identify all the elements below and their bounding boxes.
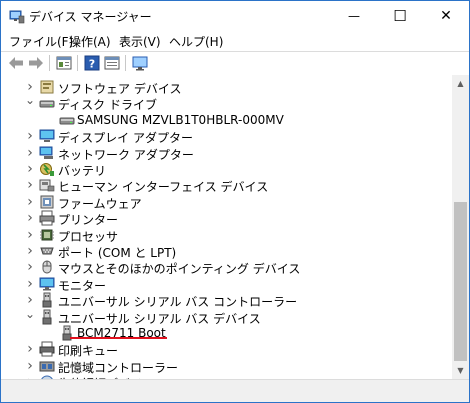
menu-view[interactable]: 表示(V)	[119, 33, 161, 50]
minimize-icon: —	[348, 9, 360, 23]
scroll-up-icon: ▲	[457, 79, 464, 88]
firmware-icon	[40, 195, 54, 209]
processor-icon	[40, 229, 54, 241]
tree-item[interactable]: BCM2711 Boot	[1, 325, 452, 341]
back-icon	[9, 57, 23, 69]
chevron-right-icon[interactable]: ›	[25, 341, 35, 357]
display-adapter-icon	[39, 129, 55, 143]
storage-controller-icon	[39, 361, 55, 372]
tree-item[interactable]: › ヒューマン インターフェイス デバイス	[1, 177, 452, 194]
device-manager-window: デバイス マネージャー — ☐ ✕ ファイル(F) 操作(A) 表示(V) ヘル…	[0, 0, 470, 403]
tree-item-label: SAMSUNG MZVLB1T0HBLR-000MV	[77, 112, 284, 127]
device-manager-app-icon	[9, 10, 25, 24]
tree-item[interactable]: › マウスとそのほかのポインティング デバイス	[1, 259, 452, 276]
chevron-right-icon[interactable]: ›	[25, 227, 35, 243]
red-underline-annotation	[70, 337, 167, 339]
tree-item[interactable]: › ディスプレイ アダプター	[1, 128, 452, 145]
toolbar-separator	[125, 55, 126, 71]
tree-item[interactable]: › ソフトウェア デバイス	[1, 79, 452, 96]
scroll-down-button[interactable]: ▼	[452, 362, 469, 379]
usb-icon	[42, 292, 52, 308]
toolbar-separator	[77, 55, 78, 71]
chevron-down-icon[interactable]: ⌄	[25, 306, 35, 322]
vertical-scrollbar[interactable]: ▲ ▼	[452, 75, 469, 379]
help-icon: ?	[84, 55, 100, 71]
tree-item[interactable]: ⌄ ユニバーサル シリアル バス デバイス	[1, 306, 452, 326]
menu-bar: ファイル(F) 操作(A) 表示(V) ヘルプ(H)	[1, 31, 469, 51]
forward-icon	[29, 57, 43, 69]
tree-item[interactable]: › ファームウェア	[1, 194, 452, 211]
software-device-icon	[40, 80, 54, 94]
tree-item[interactable]: › ユニバーサル シリアル バス コントローラー	[1, 292, 452, 309]
chevron-right-icon[interactable]: ›	[25, 243, 35, 259]
menu-file[interactable]: ファイル(F)	[9, 33, 73, 50]
network-adapter-icon	[39, 146, 53, 159]
view-icon	[104, 56, 120, 70]
scroll-up-button[interactable]: ▲	[452, 75, 469, 92]
help-button[interactable]: ?	[83, 55, 101, 71]
close-button[interactable]: ✕	[423, 1, 469, 31]
status-bar	[1, 379, 469, 402]
tree-item[interactable]: › プリンター	[1, 210, 452, 227]
back-button[interactable]	[7, 55, 25, 71]
chevron-down-icon[interactable]: ⌄	[25, 92, 35, 108]
tree-item[interactable]: › バッテリ	[1, 161, 452, 178]
menu-action[interactable]: 操作(A)	[69, 33, 111, 50]
properties-button[interactable]	[55, 55, 73, 71]
toolbar: ?	[1, 51, 469, 76]
svg-text:?: ?	[89, 58, 95, 71]
window-title: デバイス マネージャー	[29, 10, 152, 24]
tree-item[interactable]: › モニター	[1, 276, 452, 293]
chevron-right-icon[interactable]: ›	[25, 259, 35, 275]
tree-item[interactable]: › 印刷キュー	[1, 341, 452, 358]
scroll-down-icon: ▼	[457, 366, 464, 375]
scan-hardware-button[interactable]	[131, 55, 149, 71]
print-queue-icon	[39, 341, 55, 357]
chevron-right-icon[interactable]: ›	[25, 210, 35, 226]
maximize-button[interactable]: ☐	[377, 1, 423, 31]
chevron-right-icon[interactable]: ›	[25, 358, 35, 374]
mouse-icon	[42, 260, 52, 274]
hid-icon	[39, 179, 55, 192]
tree-item[interactable]: ⌄ ディスク ドライブ	[1, 92, 452, 112]
chevron-right-icon[interactable]: ›	[25, 145, 35, 161]
chevron-right-icon[interactable]: ›	[25, 161, 35, 177]
monitor-icon	[132, 56, 148, 70]
toolbar-separator	[49, 55, 50, 71]
tree-item[interactable]: › 記憶域コントローラー	[1, 358, 452, 375]
scroll-thumb[interactable]	[454, 202, 467, 361]
forward-button[interactable]	[27, 55, 45, 71]
battery-icon	[40, 163, 54, 176]
tree-item[interactable]: › プロセッサ	[1, 227, 452, 244]
disk-drive-icon	[59, 117, 75, 125]
tree-item[interactable]: SAMSUNG MZVLB1T0HBLR-000MV	[1, 112, 452, 128]
printer-icon	[39, 210, 55, 226]
chevron-right-icon[interactable]: ›	[25, 177, 35, 193]
title-bar[interactable]: デバイス マネージャー — ☐ ✕	[1, 1, 469, 31]
chevron-right-icon[interactable]: ›	[25, 194, 35, 210]
device-tree[interactable]: › ソフトウェア デバイス ⌄ ディスク ドライブ SAMSUNG MZVLB1T0HB…	[1, 75, 452, 379]
monitor-icon	[39, 277, 55, 291]
usb-icon	[42, 309, 52, 325]
maximize-icon: ☐	[393, 7, 407, 25]
properties-icon	[56, 56, 72, 70]
minimize-button[interactable]: —	[331, 1, 377, 31]
tree-item[interactable]: › ポート (COM と LPT)	[1, 243, 452, 260]
view-button[interactable]	[103, 55, 121, 71]
close-icon: ✕	[440, 8, 452, 24]
chevron-right-icon[interactable]: ›	[25, 276, 35, 292]
disk-drive-icon	[39, 100, 55, 108]
chevron-right-icon[interactable]: ›	[25, 128, 35, 144]
port-icon	[40, 247, 54, 255]
menu-help[interactable]: ヘルプ(H)	[169, 33, 223, 50]
tree-item[interactable]: › ネットワーク アダプター	[1, 145, 452, 162]
